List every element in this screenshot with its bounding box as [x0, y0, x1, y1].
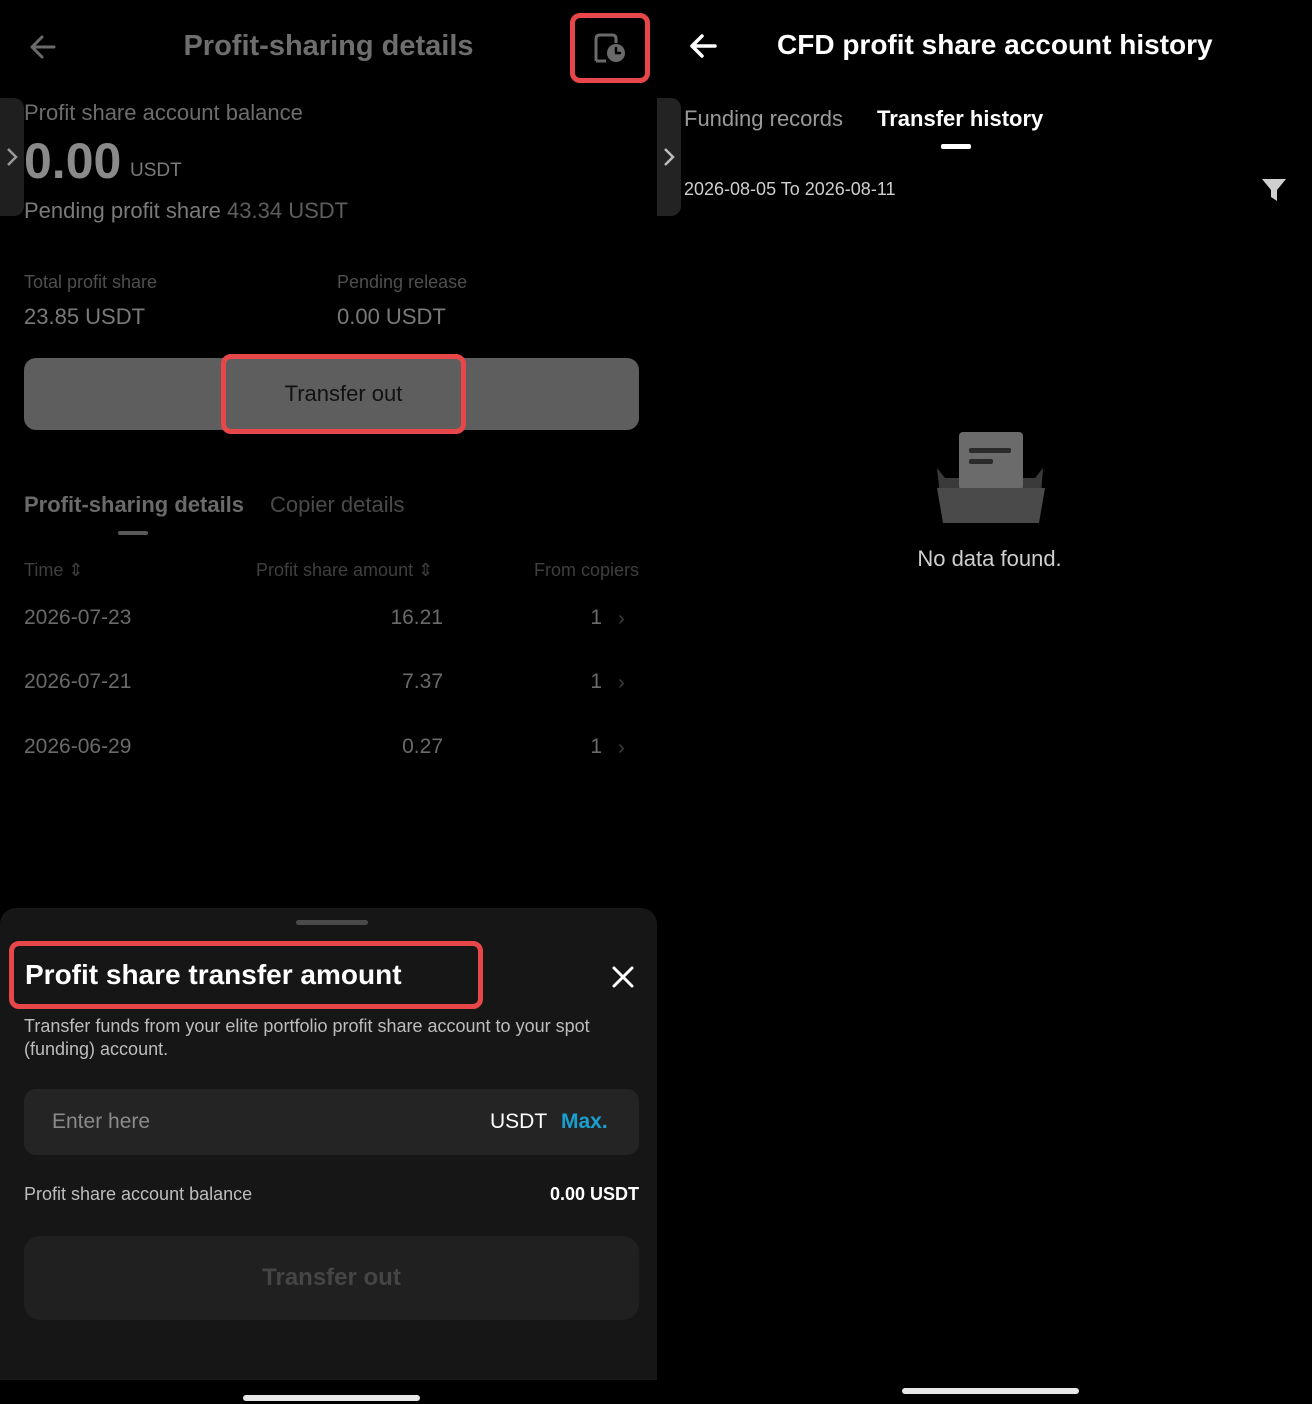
- chevron-right-icon: ›: [618, 672, 625, 694]
- tab-copier-details[interactable]: Copier details: [270, 492, 405, 518]
- empty-state-text: No data found.: [917, 546, 1062, 571]
- row-amount: 0.27: [402, 735, 443, 758]
- row-amount: 16.21: [390, 606, 443, 629]
- column-header-amount[interactable]: Profit share amount ⇕: [256, 560, 433, 581]
- profit-sharing-screen: Profit-sharing details Profit share acco…: [0, 0, 657, 1404]
- column-header-copiers: From copiers: [533, 560, 639, 580]
- sheet-grab-handle[interactable]: [296, 920, 368, 925]
- date-range[interactable]: 2026-08-05 To 2026-08-11: [684, 179, 896, 200]
- sheet-transfer-out-button[interactable]: Transfer out: [24, 1236, 639, 1320]
- chevron-right-icon: ›: [618, 608, 625, 630]
- home-indicator[interactable]: [243, 1395, 420, 1401]
- sort-icon: ⇕: [68, 560, 84, 580]
- empty-folder-icon: [937, 432, 1045, 523]
- balance-unit: USDT: [130, 160, 182, 181]
- column-header-time[interactable]: Time ⇕: [24, 560, 83, 581]
- sheet-description: Transfer funds from your elite portfolio…: [24, 1016, 590, 1059]
- pending-release-label: Pending release: [337, 272, 468, 292]
- transfer-out-button[interactable]: Transfer out: [221, 354, 466, 434]
- row-copiers: 1: [590, 670, 602, 693]
- sheet-title-highlight: Profit share transfer amount: [9, 941, 483, 1009]
- total-profit-share-value: 23.85 USDT: [24, 304, 146, 329]
- table-row[interactable]: 2026-06-29 0.27 1 ›: [0, 735, 657, 775]
- row-time: 2026-07-21: [24, 670, 132, 693]
- time-header-label: Time: [24, 560, 64, 580]
- sort-icon: ⇕: [418, 560, 434, 580]
- amount-input-container: USDT Max.: [24, 1089, 639, 1155]
- balance-label: Profit share account balance: [24, 100, 303, 125]
- transfer-bottom-sheet: Profit share transfer amount Transfer fu…: [0, 908, 657, 1380]
- transfer-out-label: Transfer out: [284, 381, 403, 406]
- sheet-balance-label: Profit share account balance: [24, 1184, 253, 1204]
- total-profit-share-label: Total profit share: [24, 272, 158, 292]
- row-copiers: 1: [590, 735, 602, 758]
- amount-unit: USDT: [490, 1110, 548, 1133]
- table-row[interactable]: 2026-07-23 16.21 1 ›: [0, 606, 657, 646]
- amount-input[interactable]: [24, 1089, 464, 1155]
- row-time: 2026-06-29: [24, 735, 132, 758]
- row-copiers: 1: [590, 606, 602, 629]
- tab-transfer-history[interactable]: Transfer history: [877, 106, 1043, 132]
- sheet-transfer-out-label: Transfer out: [262, 1264, 401, 1291]
- balance-value: 0.00: [24, 133, 122, 189]
- table-row[interactable]: 2026-07-21 7.37 1 ›: [0, 670, 657, 710]
- pending-release-value: 0.00 USDT: [337, 304, 446, 329]
- home-indicator[interactable]: [902, 1388, 1079, 1394]
- side-drawer-handle[interactable]: [657, 98, 681, 216]
- tab-profit-sharing-details[interactable]: Profit-sharing details: [24, 492, 244, 518]
- side-drawer-handle[interactable]: [0, 98, 24, 216]
- pending-profit-share: Pending profit share 43.34 USDT: [24, 198, 348, 224]
- pending-value: 43.34 USDT: [227, 198, 349, 223]
- active-tab-indicator: [118, 531, 148, 535]
- active-tab-indicator: [941, 144, 971, 149]
- close-icon[interactable]: [606, 960, 640, 994]
- sheet-balance-value: 0.00 USDT: [549, 1184, 639, 1204]
- sheet-title: Profit share transfer amount: [25, 959, 402, 990]
- chevron-right-icon: [7, 148, 18, 166]
- filter-icon[interactable]: [1259, 175, 1289, 205]
- page-title: CFD profit share account history: [777, 29, 1213, 60]
- page-title: Profit-sharing details: [183, 30, 474, 62]
- pending-label: Pending profit share: [24, 198, 221, 223]
- amount-header-label: Profit share amount: [256, 560, 414, 580]
- max-button[interactable]: Max.: [561, 1110, 608, 1134]
- row-time: 2026-07-23: [24, 606, 132, 629]
- account-history-screen: CFD profit share account history Funding…: [657, 0, 1312, 1404]
- chevron-right-icon: ›: [618, 737, 625, 759]
- chevron-right-icon: [664, 148, 675, 166]
- back-arrow-icon[interactable]: [685, 28, 721, 64]
- tab-funding-records[interactable]: Funding records: [684, 106, 843, 132]
- row-amount: 7.37: [402, 670, 443, 693]
- history-button[interactable]: [570, 13, 650, 83]
- history-clock-icon: [594, 33, 625, 63]
